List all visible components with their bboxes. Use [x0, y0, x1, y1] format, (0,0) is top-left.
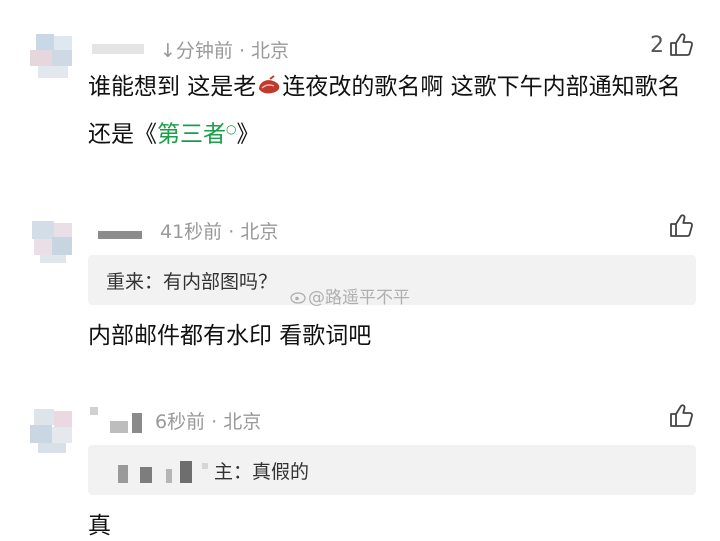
avatar[interactable]: [30, 407, 76, 453]
comment-meta: ↓分钟前 · 北京: [160, 40, 290, 62]
thumbs-up-icon: [668, 403, 694, 429]
username-blurred[interactable]: [98, 231, 142, 239]
like-button[interactable]: 2: [650, 32, 694, 58]
quoted-username-blurred: [110, 459, 210, 485]
comment-text: 谁能想到 这是老 连夜改的歌名啊 这歌下午内部通知歌名还是《第三者○》: [88, 66, 698, 156]
quoted-reply-text: 主：真假的: [214, 461, 310, 483]
comment-text: 内部邮件都有水印 看歌词吧: [88, 323, 372, 349]
comment-meta: 6秒前 · 北京: [155, 411, 262, 433]
comment-item: 6秒前 · 北京 主：真假的 真: [0, 395, 720, 541]
watermark: @路遥平不平: [290, 283, 410, 308]
comment-location: 北京: [223, 411, 262, 433]
comment-meta: 41秒前 · 北京: [160, 221, 279, 243]
username-blurred[interactable]: [90, 407, 150, 433]
thumbs-up-icon: [668, 213, 694, 239]
comment-location: 北京: [240, 221, 279, 243]
comment-time: 6秒前: [155, 411, 206, 433]
like-count: 2: [650, 32, 664, 58]
meat-emoji-icon: [256, 69, 282, 94]
quoted-reply[interactable]: 主：真假的: [88, 445, 696, 495]
comment-time: ↓分钟前: [160, 40, 233, 62]
username-blurred[interactable]: [92, 44, 144, 54]
comment-text: 真: [88, 513, 111, 539]
comment-time: 41秒前: [160, 221, 223, 243]
like-button[interactable]: [664, 403, 694, 429]
quoted-reply-text: 重来：有内部图吗？: [106, 271, 278, 293]
weibo-logo-icon: [290, 289, 308, 304]
avatar[interactable]: [30, 32, 76, 78]
comment-location: 北京: [251, 40, 290, 62]
like-button[interactable]: [664, 213, 694, 239]
search-icon[interactable]: ○: [226, 122, 236, 136]
comment-item: ↓分钟前 · 北京 2 谁能想到 这是老 连夜改的歌名啊 这歌下午内部通知歌名还是…: [0, 22, 720, 182]
avatar[interactable]: [30, 217, 76, 263]
song-link[interactable]: 第三者: [157, 122, 226, 148]
thumbs-up-icon: [668, 32, 694, 58]
